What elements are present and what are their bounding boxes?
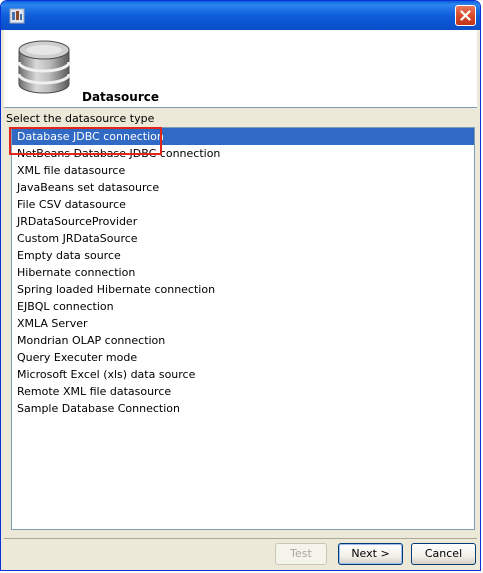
list-item[interactable]: Spring loaded Hibernate connection [12, 281, 474, 298]
footer-divider [4, 538, 477, 539]
list-item[interactable]: Database JDBC connection [12, 128, 474, 145]
list-item[interactable]: Mondrian OLAP connection [12, 332, 474, 349]
list-item[interactable]: JRDataSourceProvider [12, 213, 474, 230]
datasource-type-list[interactable]: Database JDBC connection NetBeans Databa… [11, 127, 475, 530]
header-panel: Datasource [4, 30, 477, 107]
database-icon [17, 40, 71, 94]
next-button[interactable]: Next > [338, 543, 403, 565]
list-item[interactable]: Remote XML file datasource [12, 383, 474, 400]
list-item[interactable]: Hibernate connection [12, 264, 474, 281]
header-divider [4, 107, 477, 108]
cancel-button[interactable]: Cancel [411, 543, 476, 565]
datasource-wizard-window: Datasource Select the datasource type Da… [0, 0, 481, 571]
list-item[interactable]: File CSV datasource [12, 196, 474, 213]
list-item[interactable]: XML file datasource [12, 162, 474, 179]
app-icon [9, 8, 25, 24]
list-item[interactable]: NetBeans Database JDBC connection [12, 145, 474, 162]
header-title: Datasource [82, 90, 159, 104]
list-item[interactable]: EJBQL connection [12, 298, 474, 315]
list-item[interactable]: Microsoft Excel (xls) data source [12, 366, 474, 383]
list-item[interactable]: JavaBeans set datasource [12, 179, 474, 196]
list-item[interactable]: Sample Database Connection [12, 400, 474, 417]
list-item[interactable]: XMLA Server [12, 315, 474, 332]
list-item[interactable]: Empty data source [12, 247, 474, 264]
close-button[interactable] [455, 5, 476, 26]
title-bar[interactable] [1, 1, 480, 30]
list-item[interactable]: Custom JRDataSource [12, 230, 474, 247]
test-button[interactable]: Test [275, 543, 327, 565]
instruction-label: Select the datasource type [6, 112, 155, 125]
close-icon [460, 10, 471, 21]
list-item[interactable]: Query Executer mode [12, 349, 474, 366]
